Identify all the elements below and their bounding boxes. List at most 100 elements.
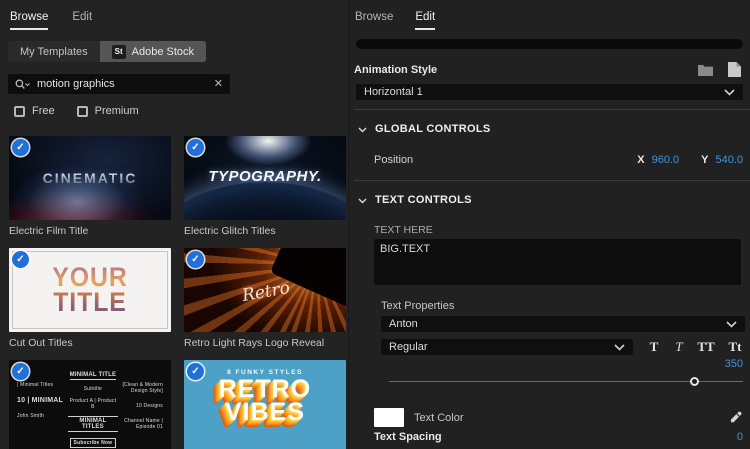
selected-check-icon[interactable]: ✓ [187,139,204,156]
selected-check-icon[interactable]: ✓ [187,251,204,268]
template-thumbnail[interactable]: ✓ YOUR TITLE [9,248,171,332]
filter-premium: Premium [76,105,139,117]
selected-check-icon[interactable]: ✓ [12,251,29,268]
thumbnail-art-text: | Minimal Titles 10 | MINIMAL John Smith [17,382,63,419]
global-controls-header[interactable]: GLOBAL CONTROLS [354,120,750,138]
section-divider [354,180,750,181]
tab-edit[interactable]: Edit [72,8,92,30]
left-tab-bar: Browse Edit [8,8,340,30]
template-thumbnail[interactable]: ✓ CINEMATIC [9,136,171,220]
edit-panel: Browse Edit Animation Style Horizontal 1 [348,0,750,449]
text-controls-header[interactable]: TEXT CONTROLS [354,191,750,209]
position-y-value[interactable]: 540.0 [715,154,743,166]
template-grid: ✓ CINEMATIC Electric Film Title ✓ TYPOGR… [8,136,346,449]
font-family-select[interactable]: Anton [381,316,745,332]
x-axis-label: X [637,154,645,166]
font-face-row: Regular T T TT Tt [381,339,745,355]
text-content-input[interactable]: BIG.TEXT [374,239,741,285]
template-card-retro-vibes: ✓ 8 FUNKY STYLES RETRO VIBES [184,360,346,449]
font-style-select[interactable]: Regular [381,339,633,355]
adobe-stock-button[interactable]: St Adobe Stock [99,41,207,62]
essential-graphics-panel: Browse Edit My Templates St Adobe Stock … [0,0,750,449]
text-style-buttons: T T TT Tt [646,339,745,355]
template-thumbnail[interactable]: ✓ Retro [184,248,346,332]
template-card-electric-film: ✓ CINEMATIC Electric Film Title [9,136,171,237]
section-title: TEXT CONTROLS [375,194,472,206]
premium-label: Premium [94,105,139,117]
template-name-bar[interactable] [356,39,743,49]
my-templates-button[interactable]: My Templates [8,41,100,62]
text-spacing-row: Text Spacing 0 [354,431,743,443]
premium-checkbox[interactable] [76,105,88,117]
check-glyph: ✓ [191,142,200,153]
text-here-label: TEXT HERE [374,224,433,236]
thumbnail-art-text: RETRO VIBES [218,375,312,426]
text-properties-label: Text Properties [381,300,455,312]
eyedropper-icon[interactable] [729,411,743,425]
animation-style-label: Animation Style [354,63,438,76]
text-spacing-value[interactable]: 0 [737,431,743,443]
text-color-swatch[interactable] [374,408,404,427]
tab-browse[interactable]: Browse [10,8,49,30]
search-box: ✕ [8,74,230,94]
font-size-value-row: 350 [354,358,743,370]
selected-check-icon[interactable]: ✓ [12,139,29,156]
position-x-value[interactable]: 960.0 [652,154,680,166]
thumbnail-art-text: TYPOGRAPHY. [208,167,322,185]
font-size-slider[interactable] [389,377,743,387]
adobe-stock-label: Adobe Stock [131,45,195,58]
animation-style-value: Horizontal 1 [364,86,423,98]
clear-search-icon[interactable]: ✕ [214,78,223,90]
new-item-icon[interactable] [728,62,741,77]
font-size-value[interactable]: 350 [725,358,743,370]
thumbnail-art-text: [Clean & Modern Design Style] 10 Designs… [122,382,163,430]
text-color-row: Text Color [354,408,743,427]
template-title: Retro Light Rays Logo Reveal [184,337,325,349]
filter-row: Free Premium [8,105,340,117]
animation-style-select[interactable]: Horizontal 1 [356,84,743,100]
slider-handle[interactable] [689,377,699,386]
small-caps-button[interactable]: Tt [725,339,745,355]
font-family-value: Anton [389,318,418,330]
template-card-electric-glitch: ✓ TYPOGRAPHY. Electric Glitch Titles [184,136,346,237]
stock-badge-icon: St [111,44,126,59]
all-caps-button[interactable]: TT [696,339,716,355]
tab-browse[interactable]: Browse [355,8,393,30]
template-thumbnail[interactable]: ✓ 8 FUNKY STYLES RETRO VIBES [184,360,346,449]
font-style-value: Regular [389,341,428,353]
text-spacing-label: Text Spacing [374,431,442,443]
check-glyph: ✓ [191,366,200,377]
template-thumbnail[interactable]: ✓ TYPOGRAPHY. [184,136,346,220]
animation-style-row: Animation Style [354,62,741,77]
chevron-down-icon [724,88,735,96]
chevron-down-icon [358,120,367,138]
search-input[interactable] [37,78,207,90]
selected-check-icon[interactable]: ✓ [187,363,204,380]
check-glyph: ✓ [16,142,25,153]
faux-bold-button[interactable]: T [646,339,662,355]
check-glyph: ✓ [16,254,25,265]
template-card-retro-rays: ✓ Retro Retro Light Rays Logo Reveal [184,248,346,349]
position-label: Position [374,154,414,166]
chevron-down-icon [358,191,367,209]
thumbnail-art-text: CINEMATIC [42,170,138,186]
template-card-minimal-titles: ✓ | Minimal Titles 10 | MINIMAL John Smi… [9,360,171,449]
folder-icon[interactable] [698,64,713,76]
template-thumbnail[interactable]: ✓ | Minimal Titles 10 | MINIMAL John Smi… [9,360,171,449]
chevron-down-icon [614,343,625,351]
selected-check-icon[interactable]: ✓ [12,363,29,380]
template-title: Cut Out Titles [9,337,73,349]
template-title: Electric Glitch Titles [184,225,276,237]
free-label: Free [32,105,55,117]
position-row: Position X 960.0 Y 540.0 [354,154,743,166]
tab-edit[interactable]: Edit [415,8,436,30]
faux-italic-button[interactable]: T [671,339,687,355]
free-checkbox[interactable] [14,105,25,117]
thumbnail-art-text: Retro [240,277,292,307]
section-divider [354,109,750,110]
template-card-cut-out: ✓ YOUR TITLE Cut Out Titles [9,248,171,349]
template-source-toggle: My Templates St Adobe Stock [8,41,340,62]
filter-free: Free [14,105,55,117]
chevron-down-icon [726,320,737,328]
right-tab-bar: Browse Edit [354,8,750,30]
